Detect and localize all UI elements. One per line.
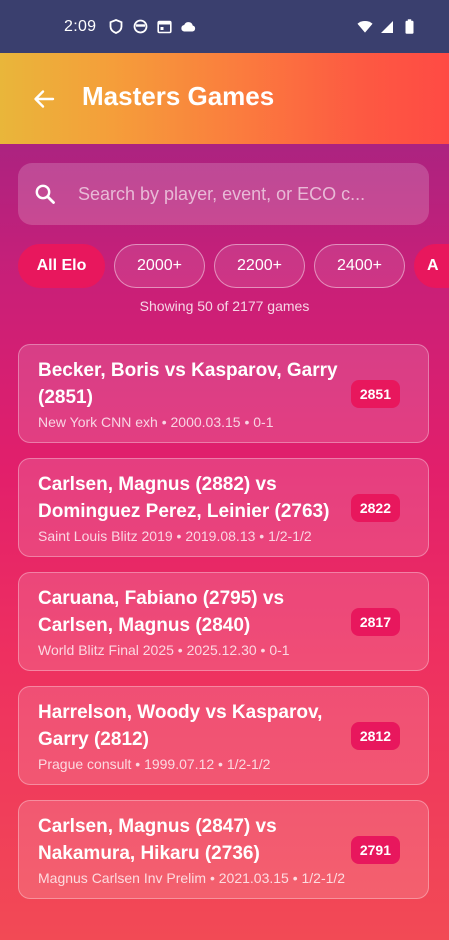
signal-icon	[379, 19, 395, 35]
status-icons-right	[357, 19, 417, 35]
search-icon	[35, 184, 55, 204]
elo-badge: 2817	[350, 607, 400, 636]
game-meta: Prague consult • 1999.07.12 • 1/2-1/2	[38, 756, 271, 772]
wifi-icon	[357, 19, 373, 35]
chip-2000-plus[interactable]: 2000+	[114, 244, 205, 288]
search-box[interactable]	[18, 163, 429, 225]
chip-partial[interactable]: A	[414, 244, 449, 288]
page-title: Masters Games	[82, 81, 275, 111]
status-icons-left	[108, 19, 196, 35]
search-input[interactable]	[78, 177, 414, 211]
game-card[interactable]: Harrelson, Woody vs Kasparov, Garry (281…	[18, 686, 429, 785]
circle-face-icon	[132, 19, 148, 35]
game-card[interactable]: Carlsen, Magnus (2882) vs Dominguez Pere…	[18, 458, 429, 557]
elo-badge: 2851	[350, 379, 400, 408]
game-title: Caruana, Fabiano (2795) vs Carlsen, Magn…	[38, 588, 285, 636]
game-title: Carlsen, Magnus (2847) vs Nakamura, Hika…	[38, 816, 277, 864]
game-meta: World Blitz Final 2025 • 2025.12.30 • 0-…	[38, 642, 290, 658]
game-meta: Saint Louis Blitz 2019 • 2019.08.13 • 1/…	[38, 528, 312, 544]
elo-badge: 2822	[350, 493, 400, 522]
elo-badge: 2791	[350, 835, 400, 864]
elo-badge: 2812	[350, 721, 400, 750]
game-title: Becker, Boris vs Kasparov, Garry (2851)	[38, 360, 338, 408]
game-card[interactable]: Carlsen, Magnus (2847) vs Nakamura, Hika…	[18, 800, 429, 899]
shield-icon	[108, 19, 124, 35]
cloud-icon	[180, 19, 196, 35]
game-meta: New York CNN exh • 2000.03.15 • 0-1	[38, 414, 274, 430]
status-time: 2:09	[64, 17, 97, 35]
chip-all-elo[interactable]: All Elo	[18, 244, 105, 288]
game-card[interactable]: Caruana, Fabiano (2795) vs Carlsen, Magn…	[18, 572, 429, 671]
battery-icon	[401, 19, 417, 35]
elo-filter-chips: All Elo 2000+ 2200+ 2400+ A	[18, 244, 449, 288]
game-title: Carlsen, Magnus (2882) vs Dominguez Pere…	[38, 474, 330, 522]
game-card[interactable]: Becker, Boris vs Kasparov, Garry (2851) …	[18, 344, 429, 443]
status-bar: 2:09	[0, 0, 449, 53]
chip-2400-plus[interactable]: 2400+	[314, 244, 405, 288]
chip-2200-plus[interactable]: 2200+	[214, 244, 305, 288]
game-list: Becker, Boris vs Kasparov, Garry (2851) …	[18, 344, 429, 914]
results-count: Showing 50 of 2177 games	[139, 298, 310, 314]
calendar-icon	[156, 19, 172, 35]
back-button[interactable]	[28, 83, 60, 115]
app-bar: Masters Games	[0, 53, 449, 144]
game-title: Harrelson, Woody vs Kasparov, Garry (281…	[38, 702, 323, 750]
arrow-left-icon	[34, 90, 55, 108]
game-meta: Magnus Carlsen Inv Prelim • 2021.03.15 •…	[38, 870, 346, 886]
